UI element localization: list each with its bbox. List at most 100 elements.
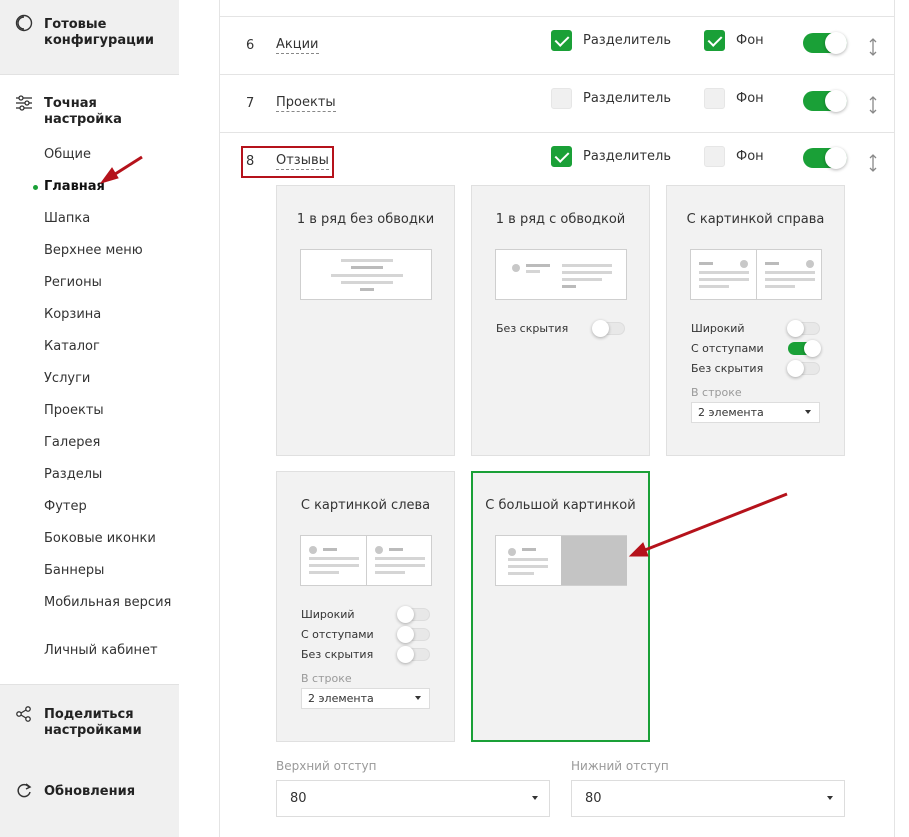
sidebar-item[interactable]: Личный кабинет: [44, 643, 174, 659]
chevron-down-icon: [805, 410, 811, 414]
sidebar-item[interactable]: Разделы: [44, 467, 174, 483]
option-toggle[interactable]: [397, 646, 430, 663]
layout-card[interactable]: 1 в ряд без обводки: [276, 185, 455, 456]
sidebar-item[interactable]: Футер: [44, 499, 174, 515]
sidebar-updates[interactable]: Обновления: [44, 784, 174, 800]
row-divider: [220, 74, 895, 75]
sidebar-share[interactable]: Поделиться настройками: [44, 707, 174, 739]
option-toggle[interactable]: [787, 320, 820, 337]
divider-checkbox[interactable]: [551, 88, 572, 109]
palette-icon: [15, 14, 33, 32]
card-title: С большой картинкой: [485, 498, 636, 513]
drag-handle-icon[interactable]: [868, 95, 878, 115]
chevron-down-icon: [415, 696, 421, 700]
option-label: С отступами: [301, 628, 374, 641]
sidebar-fine-tuning[interactable]: Точная настройка: [44, 96, 174, 128]
background-label: Фон: [736, 91, 764, 106]
sidebar-item[interactable]: Галерея: [44, 435, 174, 451]
update-icon: [17, 783, 32, 798]
sidebar-item[interactable]: Главная: [44, 179, 174, 195]
sliders-icon: [16, 95, 32, 111]
layout-preview: [690, 249, 822, 300]
option-label: С отступами: [691, 342, 764, 355]
card-title: 1 в ряд с обводкой: [495, 212, 626, 227]
sidebar-item[interactable]: Баннеры: [44, 563, 174, 579]
share-icon: [16, 706, 31, 722]
row-divider: [220, 16, 895, 17]
background-checkbox[interactable]: [704, 146, 725, 167]
divider-checkbox[interactable]: [551, 30, 572, 51]
layout-card[interactable]: С большой картинкой: [471, 471, 650, 742]
chevron-down-icon: [532, 796, 538, 800]
row-name[interactable]: Проекты: [276, 95, 336, 112]
bottom-padding-label: Нижний отступ: [571, 759, 669, 773]
sidebar-item[interactable]: Проекты: [44, 403, 174, 419]
option-label: Без скрытия: [691, 362, 764, 375]
divider-label: Разделитель: [583, 33, 672, 48]
active-dot: [33, 185, 38, 190]
sidebar-item[interactable]: Регионы: [44, 275, 174, 291]
background-label: Фон: [736, 149, 764, 164]
layout-preview: [300, 535, 432, 586]
row-enabled-toggle[interactable]: [803, 90, 847, 112]
layout-card[interactable]: 1 в ряд с обводкой Без скрытия: [471, 185, 650, 456]
per-row-label: В строке: [691, 386, 742, 399]
per-row-select[interactable]: 2 элемента: [691, 402, 820, 423]
divider-label: Разделитель: [583, 149, 672, 164]
option-label: Широкий: [691, 322, 745, 335]
highlight-box: [241, 146, 334, 178]
layout-preview: [495, 535, 627, 586]
sidebar-item[interactable]: Боковые иконки: [44, 531, 174, 547]
drag-handle-icon[interactable]: [868, 153, 878, 173]
option-toggle[interactable]: [788, 340, 821, 357]
card-title: С картинкой слева: [300, 498, 431, 513]
option-label: Широкий: [301, 608, 355, 621]
sidebar-item[interactable]: Общие: [44, 147, 174, 163]
background-checkbox[interactable]: [704, 88, 725, 109]
sidebar-divider: [219, 0, 220, 837]
sidebar-item[interactable]: Шапка: [44, 211, 174, 227]
sidebar-item[interactable]: Каталог: [44, 339, 174, 355]
top-padding-select[interactable]: 80: [276, 780, 550, 817]
option-toggle[interactable]: [397, 606, 430, 623]
row-enabled-toggle[interactable]: [803, 147, 847, 169]
row-enabled-toggle[interactable]: [803, 32, 847, 54]
layout-preview: [495, 249, 627, 300]
layout-card[interactable]: С картинкой справа Широкий С отступами Б…: [666, 185, 845, 456]
layout-card[interactable]: С картинкой слева Широкий С отступами Бе…: [276, 471, 455, 742]
drag-handle-icon[interactable]: [868, 37, 878, 57]
arrow-to-card: [644, 492, 788, 552]
sidebar-item[interactable]: Верхнее меню: [44, 243, 174, 259]
sidebar-item[interactable]: Услуги: [44, 371, 174, 387]
sidebar-bottom: Поделиться настройками Обновления: [0, 684, 179, 837]
top-padding-value: 80: [290, 791, 307, 806]
row-divider: [220, 132, 895, 133]
per-row-value: 2 элемента: [308, 692, 374, 705]
sidebar-ready-configs-label: Готовые конфигурации: [44, 17, 154, 48]
sidebar-item[interactable]: Корзина: [44, 307, 174, 323]
top-padding-label: Верхний отступ: [276, 759, 377, 773]
row-number: 6: [246, 38, 255, 53]
option-toggle[interactable]: [787, 360, 820, 377]
sidebar-item[interactable]: Мобильная версия: [44, 595, 174, 611]
per-row-select[interactable]: 2 элемента: [301, 688, 430, 709]
row-name[interactable]: Акции: [276, 37, 319, 54]
card-title: 1 в ряд без обводки: [296, 212, 435, 227]
card-title: С картинкой справа: [686, 212, 825, 227]
divider-label: Разделитель: [583, 91, 672, 106]
bottom-padding-value: 80: [585, 791, 602, 806]
per-row-label: В строке: [301, 672, 352, 685]
divider-checkbox[interactable]: [551, 146, 572, 167]
layout-preview: [300, 249, 432, 300]
sidebar: Готовые конфигурации Точная настройка Об…: [0, 0, 180, 837]
option-toggle[interactable]: [397, 626, 430, 643]
chevron-down-icon: [827, 796, 833, 800]
background-label: Фон: [736, 33, 764, 48]
option-label: Без скрытия: [301, 648, 374, 661]
bottom-padding-select[interactable]: 80: [571, 780, 845, 817]
per-row-value: 2 элемента: [698, 406, 764, 419]
background-checkbox[interactable]: [704, 30, 725, 51]
sidebar-ready-configs[interactable]: Готовые конфигурации: [0, 0, 179, 75]
option-toggle[interactable]: [592, 320, 625, 337]
content-right-border: [894, 0, 895, 837]
